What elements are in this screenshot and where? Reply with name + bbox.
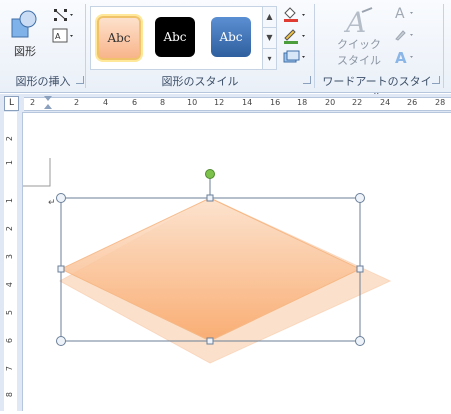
text-box-icon: A: [52, 28, 73, 43]
resize-handle-top-right[interactable]: [355, 193, 365, 203]
gallery-more-icon[interactable]: ▾: [263, 49, 276, 69]
svg-text:A: A: [395, 6, 405, 21]
ruler-tick: 24: [380, 98, 391, 107]
gallery-scroll-down-icon[interactable]: ▼: [263, 28, 276, 49]
pencil-icon: [284, 29, 305, 44]
group-separator: [443, 4, 444, 88]
group-separator: [85, 4, 86, 88]
text-outline-icon: [395, 30, 413, 41]
ruler-tick: 28: [435, 98, 446, 107]
resize-handle-top-left[interactable]: [56, 193, 66, 203]
gallery-scroll: ▲ ▼ ▾: [262, 6, 277, 70]
ruler-tick: 22: [352, 98, 363, 107]
ruler-tick: 26: [407, 98, 418, 107]
ruler-tick: 8: [160, 98, 166, 107]
text-effects-icon: A: [395, 49, 413, 65]
insert-shapes-launcher-icon[interactable]: [76, 76, 84, 84]
ruler-tick: 2: [5, 136, 14, 142]
wordart-a-icon: A: [343, 6, 373, 36]
style-preset-black[interactable]: Abc: [155, 17, 195, 57]
quick-styles-label-line2: スタイル: [337, 54, 381, 67]
resize-handle-bottom-right[interactable]: [355, 336, 365, 346]
text-fill-icon: A: [395, 6, 413, 21]
shape-fill-button[interactable]: [281, 6, 309, 24]
resize-handle-right[interactable]: [356, 265, 364, 273]
ruler-tick: 18: [297, 98, 308, 107]
shape-outline-button[interactable]: [281, 27, 309, 45]
ruler-tick: 4: [103, 98, 109, 107]
wordart-launcher-icon[interactable]: [432, 76, 440, 84]
shape-styles-launcher-icon[interactable]: [303, 76, 311, 84]
resize-handle-bottom[interactable]: [206, 337, 214, 345]
group-separator: [314, 4, 315, 88]
shape-styles-group-label: 図形のスタイル: [161, 75, 239, 88]
ribbon: 図形 A 図形の挿入 Abc Abc Abc ▲ ▼ ▾ 図形のスタイル A ク…: [0, 0, 451, 104]
text-outline-button[interactable]: [392, 26, 418, 44]
svg-text:A: A: [55, 32, 61, 41]
ruler-tick: 1: [5, 198, 14, 204]
resize-handle-left[interactable]: [57, 265, 65, 273]
shapes-icon: [11, 10, 37, 38]
ruler-tick: 6: [132, 98, 138, 107]
edit-points-icon: [54, 9, 73, 21]
svg-text:A: A: [343, 6, 366, 36]
paint-bucket-icon: [284, 7, 305, 22]
style-preset-light-orange[interactable]: Abc: [97, 16, 141, 60]
vertical-ruler[interactable]: 2 1 1 2 3 4 5 6 7 8: [0, 112, 23, 411]
quick-styles-label-line1: クイック: [337, 38, 381, 51]
ruler-tick: 1: [5, 160, 14, 166]
horizontal-ruler[interactable]: L 2 2 4 6 8 10 12 14 16 18 20 22 24 26 2…: [0, 94, 451, 113]
ruler-tick: 10: [187, 98, 198, 107]
insert-shapes-group-label: 図形の挿入: [15, 75, 71, 88]
ruler-tick: 5: [5, 310, 14, 316]
edit-shape-button[interactable]: [50, 6, 76, 24]
tab-selector[interactable]: L: [4, 96, 19, 111]
resize-handle-bottom-left[interactable]: [56, 336, 66, 346]
ruler-tick: 12: [214, 98, 225, 107]
drawing-canvas: ↵: [23, 158, 392, 364]
ruler-tick: 2: [5, 226, 14, 232]
ruler-tick: 4: [5, 282, 14, 288]
page-margin-corner: [23, 158, 51, 187]
ruler-tick: 2: [30, 98, 36, 107]
diamond-shape[interactable]: [59, 197, 362, 342]
ruler-tick: 3: [5, 254, 14, 260]
rotation-handle[interactable]: [205, 169, 215, 179]
hanging-indent-icon[interactable]: [44, 104, 52, 109]
shapes-button-label: 図形: [14, 45, 36, 58]
ruler-tick: 20: [325, 98, 336, 107]
style-preset-blue[interactable]: Abc: [211, 17, 251, 57]
resize-handle-top[interactable]: [206, 194, 214, 202]
text-fill-button[interactable]: A: [392, 4, 418, 22]
ruler-tick: 2: [74, 98, 80, 107]
gallery-scroll-up-icon[interactable]: ▲: [263, 7, 276, 28]
document-page[interactable]: ↵: [23, 113, 451, 411]
indent-marker-icon[interactable]: [44, 96, 52, 101]
ruler-tick: 16: [270, 98, 281, 107]
ruler-tick: 6: [5, 338, 14, 344]
ruler-tick: 7: [5, 366, 14, 372]
ruler-tick: 8: [5, 392, 14, 398]
paragraph-mark-icon: ↵: [48, 198, 56, 208]
svg-text:A: A: [395, 49, 407, 65]
shapes-button[interactable]: 図形: [6, 4, 44, 64]
quick-styles-button[interactable]: A クイック スタイル: [330, 4, 388, 70]
ruler-tick: 14: [242, 98, 253, 107]
text-box-button[interactable]: A: [50, 27, 76, 45]
shape-effects-icon: [283, 50, 305, 63]
shape-effects-button[interactable]: [281, 48, 309, 66]
text-effects-button[interactable]: A: [392, 48, 418, 66]
shape-style-gallery: Abc Abc Abc: [90, 6, 264, 70]
